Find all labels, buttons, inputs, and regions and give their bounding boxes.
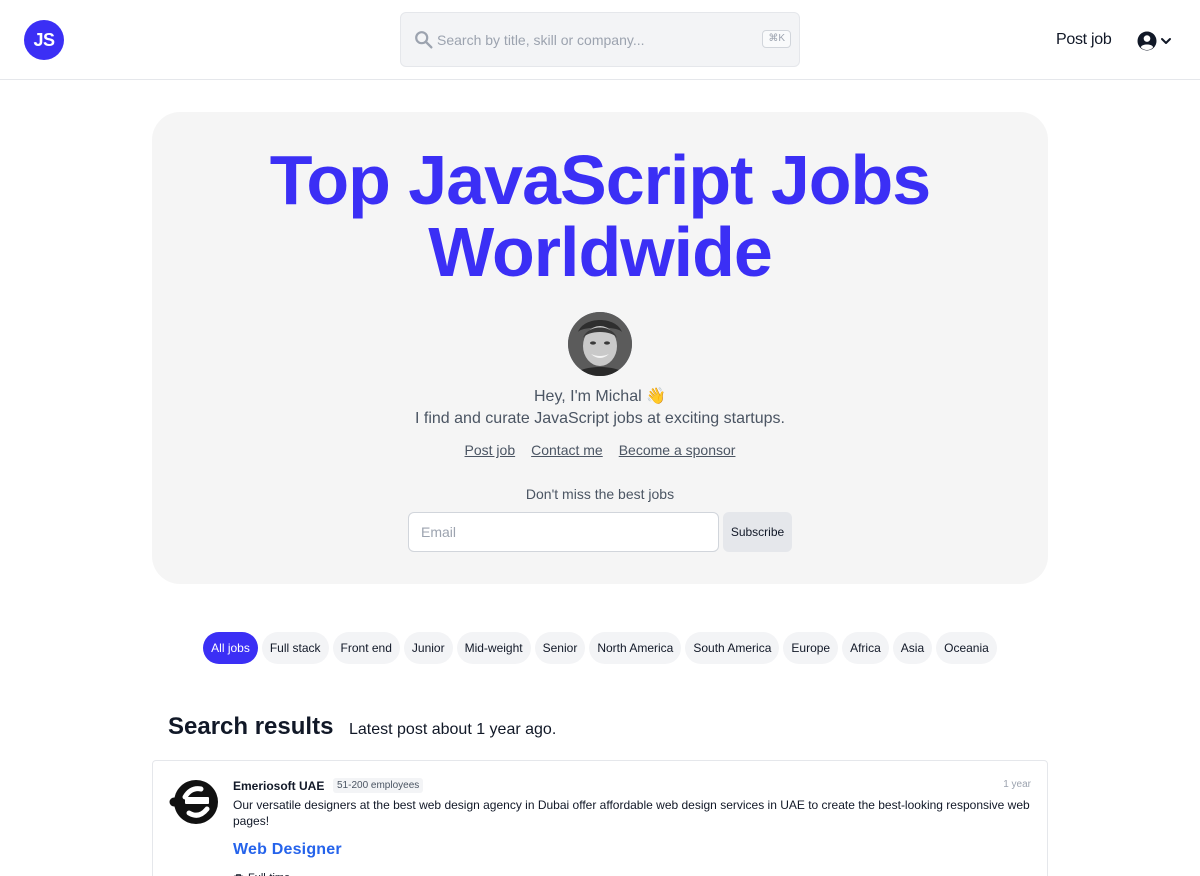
hero-greeting: Hey, I'm Michal 👋 bbox=[533, 388, 667, 405]
subscribe-button[interactable]: Subscribe bbox=[723, 512, 792, 552]
job-type-label: Full-time bbox=[248, 872, 290, 876]
user-circle-icon bbox=[1137, 31, 1157, 51]
email-field[interactable] bbox=[408, 512, 719, 552]
filter-chip-full-stack[interactable]: Full stack bbox=[261, 632, 329, 664]
hero-links: Post job Contact me Become a sponsor bbox=[152, 442, 1048, 458]
company-name[interactable]: Emeriosoft UAE bbox=[233, 779, 324, 793]
job-title-link[interactable]: Web Designer bbox=[233, 841, 342, 859]
filter-chip-front-end[interactable]: Front end bbox=[332, 632, 400, 664]
user-menu-button[interactable] bbox=[1137, 30, 1177, 52]
filter-chip-mid-weight[interactable]: Mid-weight bbox=[456, 632, 531, 664]
become-sponsor-link[interactable]: Become a sponsor bbox=[619, 442, 736, 458]
filter-chip-south-america[interactable]: South America bbox=[685, 632, 780, 664]
site-logo[interactable]: JS bbox=[24, 20, 64, 60]
filter-chip-all-jobs[interactable]: All jobs bbox=[203, 632, 258, 664]
filter-chip-oceania[interactable]: Oceania bbox=[936, 632, 997, 664]
company-logo bbox=[169, 777, 219, 827]
job-type: Full-time bbox=[233, 872, 290, 876]
briefcase-icon bbox=[233, 873, 244, 876]
filter-chip-africa[interactable]: Africa bbox=[842, 632, 889, 664]
job-posted-time: 1 year bbox=[1003, 779, 1031, 790]
newsletter-label: Don't miss the best jobs bbox=[525, 486, 675, 502]
search-shortcut-badge: ⌘K bbox=[762, 30, 791, 48]
filter-chip-asia[interactable]: Asia bbox=[892, 632, 933, 664]
filter-chip-senior[interactable]: Senior bbox=[534, 632, 586, 664]
company-description: Our versatile designers at the best web … bbox=[233, 798, 1030, 828]
search-icon bbox=[415, 31, 433, 49]
results-title: Search results bbox=[168, 713, 334, 740]
hero-section: Top JavaScript Jobs Worldwide Hey, I'm M… bbox=[152, 112, 1048, 584]
header-post-job-link[interactable]: Post job bbox=[1056, 31, 1112, 49]
company-size-badge: 51-200 employees bbox=[333, 778, 424, 793]
site-header: JS ⌘K Post job bbox=[0, 0, 1200, 80]
filter-chip-north-america[interactable]: North America bbox=[589, 632, 682, 664]
hero-post-job-link[interactable]: Post job bbox=[465, 442, 516, 458]
avatar bbox=[568, 312, 632, 376]
filter-chips: All jobs Full stack Front end Junior Mid… bbox=[0, 632, 1200, 664]
chevron-down-icon bbox=[1161, 38, 1171, 44]
search-bar[interactable]: ⌘K bbox=[400, 12, 800, 67]
hero-title: Top JavaScript Jobs Worldwide bbox=[269, 141, 931, 291]
search-input[interactable] bbox=[437, 30, 757, 50]
hero-tagline: I find and curate JavaScript jobs at exc… bbox=[415, 410, 785, 427]
filter-chip-junior[interactable]: Junior bbox=[403, 632, 453, 664]
filter-chip-europe[interactable]: Europe bbox=[783, 632, 839, 664]
results-subtitle: Latest post about 1 year ago. bbox=[349, 721, 557, 738]
job-card[interactable]: Emeriosoft UAE 51-200 employees 1 year O… bbox=[152, 760, 1048, 876]
avatar-photo bbox=[568, 312, 632, 376]
contact-me-link[interactable]: Contact me bbox=[531, 442, 603, 458]
